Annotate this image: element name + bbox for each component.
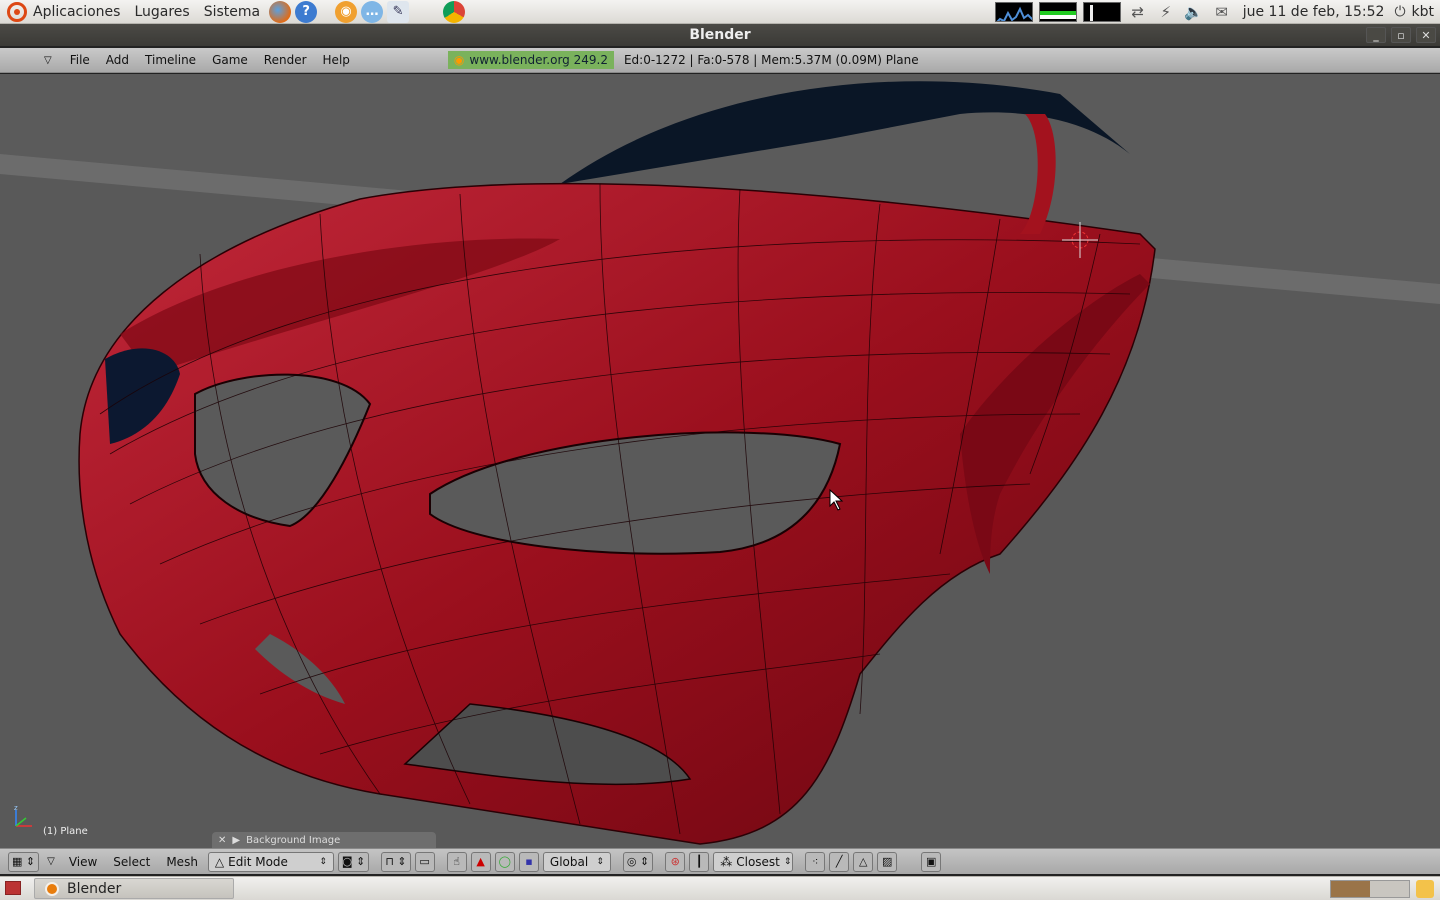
blender-task-icon bbox=[45, 881, 59, 896]
help-icon[interactable]: ? bbox=[295, 0, 318, 23]
3d-view-header: ▦ ⇕ ▽ View Select Mesh △ Edit Mode ⇕ ◙ ⇕… bbox=[0, 848, 1440, 874]
text-editor-icon[interactable]: ✎ bbox=[387, 0, 410, 23]
scale-manipulator-button[interactable]: ▪ bbox=[518, 851, 539, 872]
orientation-select[interactable]: Global ⇕ bbox=[542, 851, 611, 872]
select-arrows-icon: ⇕ bbox=[783, 856, 792, 867]
blender-launcher-icon[interactable]: ◉ bbox=[335, 0, 358, 23]
maximize-button[interactable]: ▫ bbox=[1391, 27, 1411, 43]
menu-help[interactable]: Help bbox=[315, 53, 358, 67]
minimize-button[interactable]: _ bbox=[1366, 27, 1386, 43]
snap-mode-value: Closest bbox=[736, 854, 780, 869]
version-text: www.blender.org 249.2 bbox=[469, 53, 608, 67]
chrome-icon[interactable] bbox=[443, 0, 466, 23]
window-titlebar[interactable]: Blender _ ▫ ✕ bbox=[0, 24, 1440, 46]
menu-mesh[interactable]: Mesh bbox=[160, 855, 204, 869]
plug-icon[interactable]: ⚡ bbox=[1155, 2, 1177, 22]
applications-menu-label: Aplicaciones bbox=[33, 3, 121, 20]
places-menu[interactable]: Lugares bbox=[127, 0, 196, 24]
edge-select-mode-button[interactable]: ╱ bbox=[829, 851, 850, 872]
menu-render[interactable]: Render bbox=[256, 53, 315, 67]
applications-menu[interactable]: Aplicaciones bbox=[0, 0, 127, 24]
svg-text:z: z bbox=[14, 804, 18, 812]
system-menu[interactable]: Sistema bbox=[197, 0, 267, 24]
system-menu-label: Sistema bbox=[203, 3, 261, 20]
firefox-icon[interactable] bbox=[269, 0, 292, 23]
header-collapse-icon-2[interactable]: ▽ bbox=[43, 856, 59, 867]
snap-toggle-button[interactable]: ⊛ bbox=[665, 851, 686, 872]
memory-monitor-icon bbox=[1038, 1, 1077, 22]
3d-viewport[interactable]: z (1) Plane ✕ ▶ Background Image bbox=[0, 74, 1440, 848]
vertex-select-mode-button[interactable]: ⁖ bbox=[805, 851, 826, 872]
edit-mode-icon: △ bbox=[214, 854, 225, 869]
expand-panel-icon[interactable]: ▶ bbox=[232, 835, 240, 846]
pivot-button[interactable]: ⊓ ⇕ bbox=[381, 851, 411, 872]
header-collapse-icon[interactable]: ▽ bbox=[44, 55, 52, 66]
menu-view[interactable]: View bbox=[63, 855, 103, 869]
active-object-label: (1) Plane bbox=[43, 826, 88, 837]
translate-manipulator-button[interactable]: ▲ bbox=[470, 851, 491, 872]
draw-type-button[interactable]: ◙ ⇕ bbox=[337, 851, 370, 872]
mail-icon[interactable]: ✉ bbox=[1211, 2, 1233, 22]
trash-icon[interactable] bbox=[1416, 880, 1434, 898]
background-image-label: Background Image bbox=[246, 834, 341, 846]
taskbar-blender-button[interactable]: Blender bbox=[34, 878, 234, 899]
scene-stats: Ed:0-1272 | Fa:0-578 | Mem:5.37M (0.09M)… bbox=[623, 53, 919, 67]
clock[interactable]: jue 11 de feb, 15:52 bbox=[1239, 4, 1389, 20]
user-name[interactable]: kbt bbox=[1412, 4, 1434, 20]
orientation-value: Global bbox=[549, 854, 589, 869]
workspace-2[interactable] bbox=[1370, 881, 1409, 897]
info-header: ▽ File Add Timeline Game Render Help ◉ w… bbox=[0, 48, 1440, 73]
menu-select[interactable]: Select bbox=[107, 855, 156, 869]
select-arrows-icon: ⇕ bbox=[596, 856, 604, 867]
snap-mode-select[interactable]: ⁂ Closest ⇕ bbox=[713, 851, 794, 872]
rotate-manipulator-button[interactable]: ◯ bbox=[494, 851, 515, 872]
window-title: Blender bbox=[689, 27, 751, 43]
mode-select[interactable]: △ Edit Mode ⇕ bbox=[207, 851, 334, 872]
workspace-switcher[interactable] bbox=[1330, 880, 1410, 898]
empathy-icon[interactable]: … bbox=[361, 0, 384, 23]
power-icon[interactable]: ⏻ bbox=[1394, 4, 1405, 20]
bottom-panel: Blender bbox=[0, 876, 1440, 900]
background-image-panel[interactable]: ✕ ▶ Background Image bbox=[212, 832, 436, 848]
blender-logo-icon: ◉ bbox=[453, 53, 465, 67]
snap-element-button[interactable]: ┃ bbox=[689, 851, 710, 872]
network-icon[interactable]: ⇄ bbox=[1127, 2, 1149, 22]
workspace-1[interactable] bbox=[1331, 881, 1370, 897]
ubuntu-logo-icon bbox=[7, 1, 27, 22]
close-panel-icon[interactable]: ✕ bbox=[218, 835, 226, 846]
close-button[interactable]: ✕ bbox=[1416, 27, 1436, 43]
menu-add[interactable]: Add bbox=[98, 53, 137, 67]
taskbar-blender-label: Blender bbox=[67, 880, 122, 897]
select-arrows-icon: ⇕ bbox=[319, 856, 327, 867]
snap-icon: ⁂ bbox=[720, 854, 733, 869]
menu-file[interactable]: File bbox=[62, 53, 98, 67]
face-select-mode-button[interactable]: △ bbox=[853, 851, 874, 872]
menu-game[interactable]: Game bbox=[204, 53, 256, 67]
network-monitor-icon bbox=[1082, 1, 1121, 22]
top-panel: Aplicaciones Lugares Sistema ? ◉ … ✎ ⇄ ⚡… bbox=[0, 0, 1440, 24]
editor-type-button[interactable]: ▦ ⇕ bbox=[8, 851, 40, 872]
pivot-active-button[interactable]: ▭ bbox=[414, 851, 435, 872]
volume-icon[interactable]: 🔈 bbox=[1183, 2, 1205, 22]
manipulator-toggle-button[interactable]: ☝ bbox=[446, 851, 467, 872]
proportional-edit-button[interactable]: ◎ ⇕ bbox=[622, 851, 654, 872]
render-preview-button[interactable]: ▣ bbox=[921, 851, 942, 872]
show-desktop-icon[interactable] bbox=[5, 881, 21, 895]
cpu-monitor-icon bbox=[994, 1, 1033, 22]
places-menu-label: Lugares bbox=[134, 3, 190, 20]
menu-timeline[interactable]: Timeline bbox=[137, 53, 204, 67]
car-model-render bbox=[0, 81, 1440, 848]
version-badge: ◉ www.blender.org 249.2 bbox=[447, 51, 614, 69]
occlude-geometry-button[interactable]: ▨ bbox=[877, 851, 898, 872]
mode-value: Edit Mode bbox=[228, 854, 288, 869]
